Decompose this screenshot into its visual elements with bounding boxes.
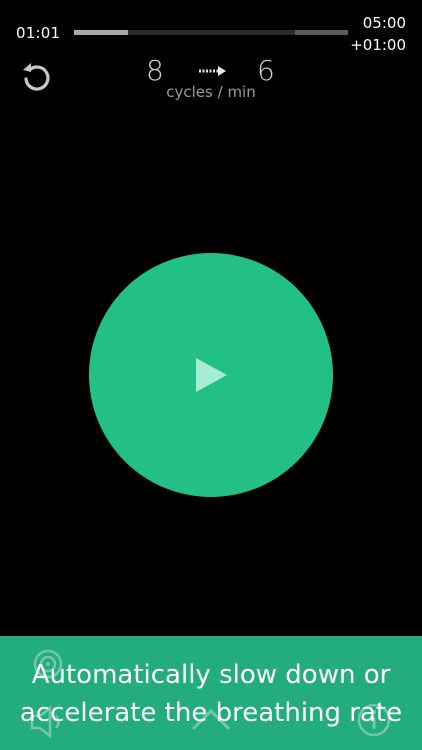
total-duration: 05:00: [362, 14, 406, 32]
banner-line-1: Automatically slow down or: [31, 660, 391, 690]
app-screen: 01:01 05:00 +01:00 8 6 cycles / min Auto…: [0, 0, 422, 750]
progress-fill: [74, 30, 129, 35]
cycles-unit-label: cycles / min: [166, 83, 256, 101]
session-progress-bar[interactable]: [74, 30, 348, 35]
play-button[interactable]: [89, 253, 333, 497]
banner-message: Automatically slow down or accelerate th…: [0, 656, 422, 732]
progress-segment: [128, 30, 295, 35]
play-icon: [196, 358, 227, 392]
arrow-right-icon: [199, 66, 226, 76]
elapsed-time: 01:01: [16, 24, 61, 42]
extension-time[interactable]: +01:00: [350, 34, 406, 56]
total-time: 05:00 +01:00: [350, 12, 406, 56]
banner-line-2: accelerate the breathing rate: [19, 698, 403, 728]
